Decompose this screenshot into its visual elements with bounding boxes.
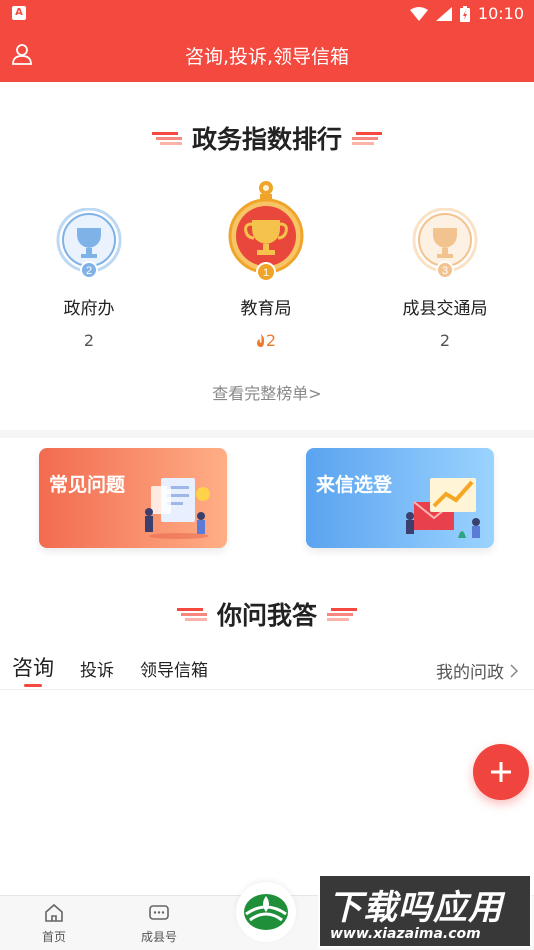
app-header: 咨询,投诉,领导信箱 (0, 28, 534, 82)
plus-icon (491, 762, 511, 782)
silver-trophy-icon: 2 (56, 208, 122, 279)
ranking-name: 成县交通局 (402, 299, 488, 319)
title-deco-left-icon (151, 132, 182, 145)
ranking-item[interactable]: 2 政府办 2 (4, 208, 174, 350)
home-icon (45, 903, 63, 922)
system-indicators: 10:10 (409, 4, 524, 23)
title-deco-left-icon (176, 608, 207, 621)
nav-center-logo[interactable] (236, 882, 296, 942)
title-deco-right-icon (352, 132, 382, 145)
active-tab-indicator (24, 684, 42, 687)
nav-home[interactable]: 首页 (14, 902, 94, 945)
clock: 10:10 (477, 4, 524, 23)
qa-section-title: 你问我答 (0, 596, 534, 632)
app-notification-icon: A (12, 6, 26, 20)
ranking-section-title: 政务指数排行 (0, 120, 534, 156)
my-questions-link[interactable]: 我的问政 (436, 658, 518, 683)
qa-tabs: 咨询 投诉 领导信箱 我的问政 (0, 652, 534, 690)
rank-number: 3 (442, 265, 448, 277)
faq-card-label: 常见问题 (49, 474, 126, 496)
ranking-title: 政务指数排行 (191, 125, 342, 154)
chat-icon (149, 905, 169, 920)
watermark-url: www.xiazaima.com (330, 926, 481, 942)
app-logo-icon (244, 894, 288, 930)
ranking-score-hot: 2 (181, 331, 351, 350)
ranking-name: 政府办 (63, 299, 115, 319)
tab-complaint[interactable]: 投诉 (80, 656, 114, 681)
title-deco-right-icon (327, 608, 357, 621)
wifi-icon (409, 6, 428, 21)
my-questions-label: 我的问政 (436, 663, 504, 683)
battery-icon (459, 5, 470, 22)
tab-leader-mailbox[interactable]: 领导信箱 (140, 656, 208, 681)
faq-card[interactable]: 常见问题 (39, 448, 227, 548)
documents-illustration-icon (145, 478, 210, 539)
featured-letters-card-label: 来信选登 (316, 474, 393, 496)
nav-county[interactable]: 成县号 (119, 902, 199, 945)
bronze-trophy-icon: 3 (412, 208, 478, 279)
qa-title: 你问我答 (216, 601, 317, 630)
section-divider (0, 430, 534, 438)
status-bar: A 10:10 (0, 0, 534, 28)
watermark-overlay: 下载吗应用 www.xiazaima.com (318, 874, 532, 948)
page-title: 咨询,投诉,领导信箱 (184, 46, 350, 68)
tab-consult[interactable]: 咨询 (12, 652, 54, 682)
chevron-right-icon (510, 663, 518, 678)
ranking-score: 2 (265, 331, 277, 350)
ranking-item[interactable]: 3 成县交通局 2 (360, 208, 530, 350)
ranking-score: 2 (439, 331, 451, 350)
rank-number: 2 (86, 265, 92, 277)
mail-chart-illustration-icon (406, 478, 480, 538)
ranking-name: 教育局 (240, 299, 292, 319)
rank-number: 1 (263, 267, 269, 279)
view-full-ranking-link[interactable]: 查看完整榜单> (0, 380, 534, 404)
nav-home-label: 首页 (41, 930, 66, 944)
watermark-text: 下载吗应用 (328, 888, 503, 928)
ranking-list: 2 政府办 2 1 教育局 2 3 成县交通局 2 (0, 180, 534, 380)
ranking-score: 2 (83, 331, 95, 350)
nav-county-label: 成县号 (140, 930, 177, 944)
ranking-item[interactable]: 1 教育局 2 (181, 180, 351, 350)
add-question-button[interactable] (473, 744, 529, 800)
gold-trophy-icon: 1 (228, 181, 304, 282)
signal-icon (435, 6, 452, 21)
fire-icon (256, 334, 265, 347)
featured-letters-card[interactable]: 来信选登 (306, 448, 494, 548)
